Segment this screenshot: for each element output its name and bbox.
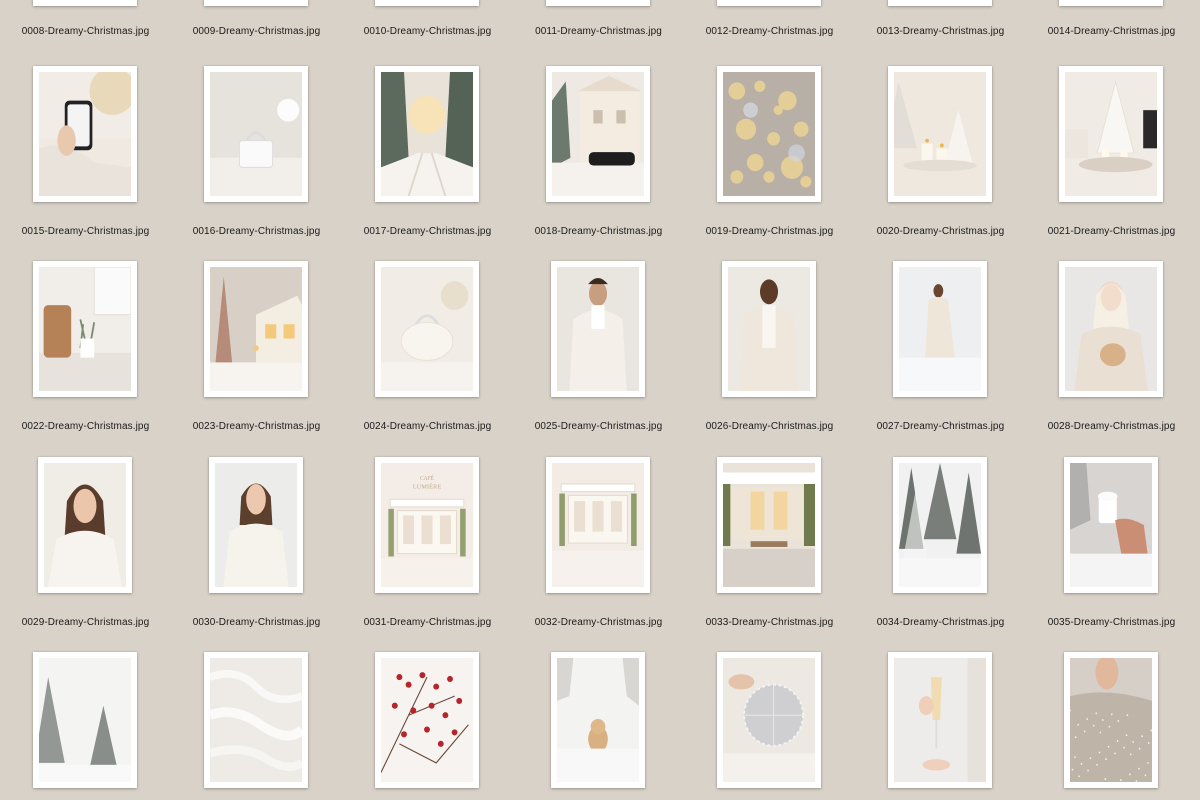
- file-name-label[interactable]: 0011-Dreamy-Christmas.jpg: [513, 26, 684, 37]
- file-thumbnail[interactable]: [551, 652, 645, 788]
- file-name-label[interactable]: 0024-Dreamy-Christmas.jpg: [342, 421, 513, 432]
- file-name-label[interactable]: 0009-Dreamy-Christmas.jpg: [171, 26, 342, 37]
- file-thumbnail[interactable]: [204, 0, 308, 6]
- candles-tree-image: [894, 72, 986, 196]
- file-thumbnail[interactable]: [375, 261, 479, 397]
- file-thumbnail[interactable]: [717, 457, 821, 593]
- file-thumbnail[interactable]: [204, 66, 308, 202]
- file-thumbnail[interactable]: [893, 261, 987, 397]
- file-thumbnail[interactable]: [1059, 66, 1163, 202]
- file-name-label[interactable]: 0025-Dreamy-Christmas.jpg: [513, 421, 684, 432]
- file-name-label[interactable]: 0032-Dreamy-Christmas.jpg: [513, 617, 684, 628]
- white-handbag-image: [210, 72, 302, 196]
- white-fur-texture-image: [210, 658, 302, 782]
- file-thumbnail[interactable]: [546, 66, 650, 202]
- woman-fur-portrait-image: [44, 463, 126, 587]
- snowy-house-image: [210, 267, 302, 391]
- kitchen-board-image: [39, 267, 131, 391]
- file-name-label[interactable]: 0021-Dreamy-Christmas.jpg: [1026, 226, 1197, 237]
- file-thumbnail[interactable]: [1064, 457, 1158, 593]
- file-thumbnail[interactable]: [551, 261, 645, 397]
- file-thumbnail[interactable]: [893, 457, 987, 593]
- woman-with-puppy-image: [1065, 267, 1157, 391]
- file-thumbnail[interactable]: [375, 652, 479, 788]
- puppy-in-snow-image: [557, 658, 639, 782]
- file-thumbnail[interactable]: [33, 652, 137, 788]
- file-name-label[interactable]: 0017-Dreamy-Christmas.jpg: [342, 226, 513, 237]
- file-thumbnail[interactable]: [1059, 261, 1163, 397]
- file-name-label[interactable]: 0028-Dreamy-Christmas.jpg: [1026, 421, 1197, 432]
- file-name-label[interactable]: 0020-Dreamy-Christmas.jpg: [855, 226, 1026, 237]
- file-thumbnail[interactable]: [204, 652, 308, 788]
- file-thumbnail[interactable]: [888, 0, 992, 6]
- cafe-lumiere-image: CAFÉ LUMIÈRE: [381, 463, 473, 587]
- file-thumbnail[interactable]: [1064, 652, 1158, 788]
- file-name-label[interactable]: 0035-Dreamy-Christmas.jpg: [1026, 617, 1197, 628]
- file-thumbnail[interactable]: [717, 0, 821, 6]
- file-name-label[interactable]: 0027-Dreamy-Christmas.jpg: [855, 421, 1026, 432]
- file-thumbnail[interactable]: [204, 261, 308, 397]
- file-name-label[interactable]: 0014-Dreamy-Christmas.jpg: [1026, 26, 1197, 37]
- file-thumbnail[interactable]: [888, 66, 992, 202]
- file-thumbnail[interactable]: [33, 66, 137, 202]
- file-name-label[interactable]: 0029-Dreamy-Christmas.jpg: [0, 617, 171, 628]
- file-name-label[interactable]: 0031-Dreamy-Christmas.jpg: [342, 617, 513, 628]
- man-cream-coat-image: [728, 267, 810, 391]
- house-with-car-image: [552, 72, 644, 196]
- file-thumbnail[interactable]: [888, 652, 992, 788]
- snowy-trees-image: [39, 658, 131, 782]
- file-thumbnail[interactable]: [375, 66, 479, 202]
- bokeh-lights-image: [723, 72, 815, 196]
- cafe-storefront-image: [552, 463, 644, 587]
- file-thumbnail[interactable]: CAFÉ LUMIÈRE: [375, 457, 479, 593]
- runway-model-image: [899, 267, 981, 391]
- woman-fur-coat-image: [215, 463, 297, 587]
- file-name-label[interactable]: 0013-Dreamy-Christmas.jpg: [855, 26, 1026, 37]
- file-name-label[interactable]: 0008-Dreamy-Christmas.jpg: [0, 26, 171, 37]
- file-thumbnail[interactable]: [33, 261, 137, 397]
- red-berries-image: [381, 658, 473, 782]
- file-name-label[interactable]: 0026-Dreamy-Christmas.jpg: [684, 421, 855, 432]
- file-name-label[interactable]: 0030-Dreamy-Christmas.jpg: [171, 617, 342, 628]
- man-fur-coat-image: [557, 267, 639, 391]
- disco-ball-image: [723, 658, 815, 782]
- file-thumbnail[interactable]: [546, 0, 650, 6]
- file-name-label[interactable]: 0019-Dreamy-Christmas.jpg: [684, 226, 855, 237]
- file-name-label[interactable]: 0022-Dreamy-Christmas.jpg: [0, 421, 171, 432]
- file-name-label[interactable]: 0023-Dreamy-Christmas.jpg: [171, 421, 342, 432]
- fur-handbag-image: [381, 267, 473, 391]
- champagne-glass-image: [894, 658, 986, 782]
- white-tree-tray-image: [1065, 72, 1157, 196]
- file-thumbnail[interactable]: [33, 0, 137, 6]
- cafe-street-image: [723, 463, 815, 587]
- phone-in-hand-image: [39, 72, 131, 196]
- file-name-label[interactable]: 0033-Dreamy-Christmas.jpg: [684, 617, 855, 628]
- svg-text:CAFÉ: CAFÉ: [420, 474, 435, 482]
- file-name-label[interactable]: 0015-Dreamy-Christmas.jpg: [0, 226, 171, 237]
- sparkly-dress-image: [1070, 658, 1152, 782]
- file-name-label[interactable]: 0018-Dreamy-Christmas.jpg: [513, 226, 684, 237]
- svg-text:LUMIÈRE: LUMIÈRE: [413, 483, 442, 491]
- file-thumbnail[interactable]: [546, 457, 650, 593]
- file-thumbnail[interactable]: [38, 457, 132, 593]
- file-thumbnail[interactable]: [209, 457, 303, 593]
- file-thumbnail[interactable]: [717, 652, 821, 788]
- file-name-label[interactable]: 0034-Dreamy-Christmas.jpg: [855, 617, 1026, 628]
- file-thumbnail[interactable]: [1059, 0, 1163, 6]
- file-name-label[interactable]: 0012-Dreamy-Christmas.jpg: [684, 26, 855, 37]
- file-name-label[interactable]: 0016-Dreamy-Christmas.jpg: [171, 226, 342, 237]
- snowy-forest-road-image: [381, 72, 473, 196]
- snowy-pines-image: [899, 463, 981, 587]
- hot-cocoa-cup-image: [1070, 463, 1152, 587]
- file-name-label[interactable]: 0010-Dreamy-Christmas.jpg: [342, 26, 513, 37]
- file-thumbnail[interactable]: [375, 0, 479, 6]
- file-thumbnail[interactable]: [722, 261, 816, 397]
- file-thumbnail[interactable]: [717, 66, 821, 202]
